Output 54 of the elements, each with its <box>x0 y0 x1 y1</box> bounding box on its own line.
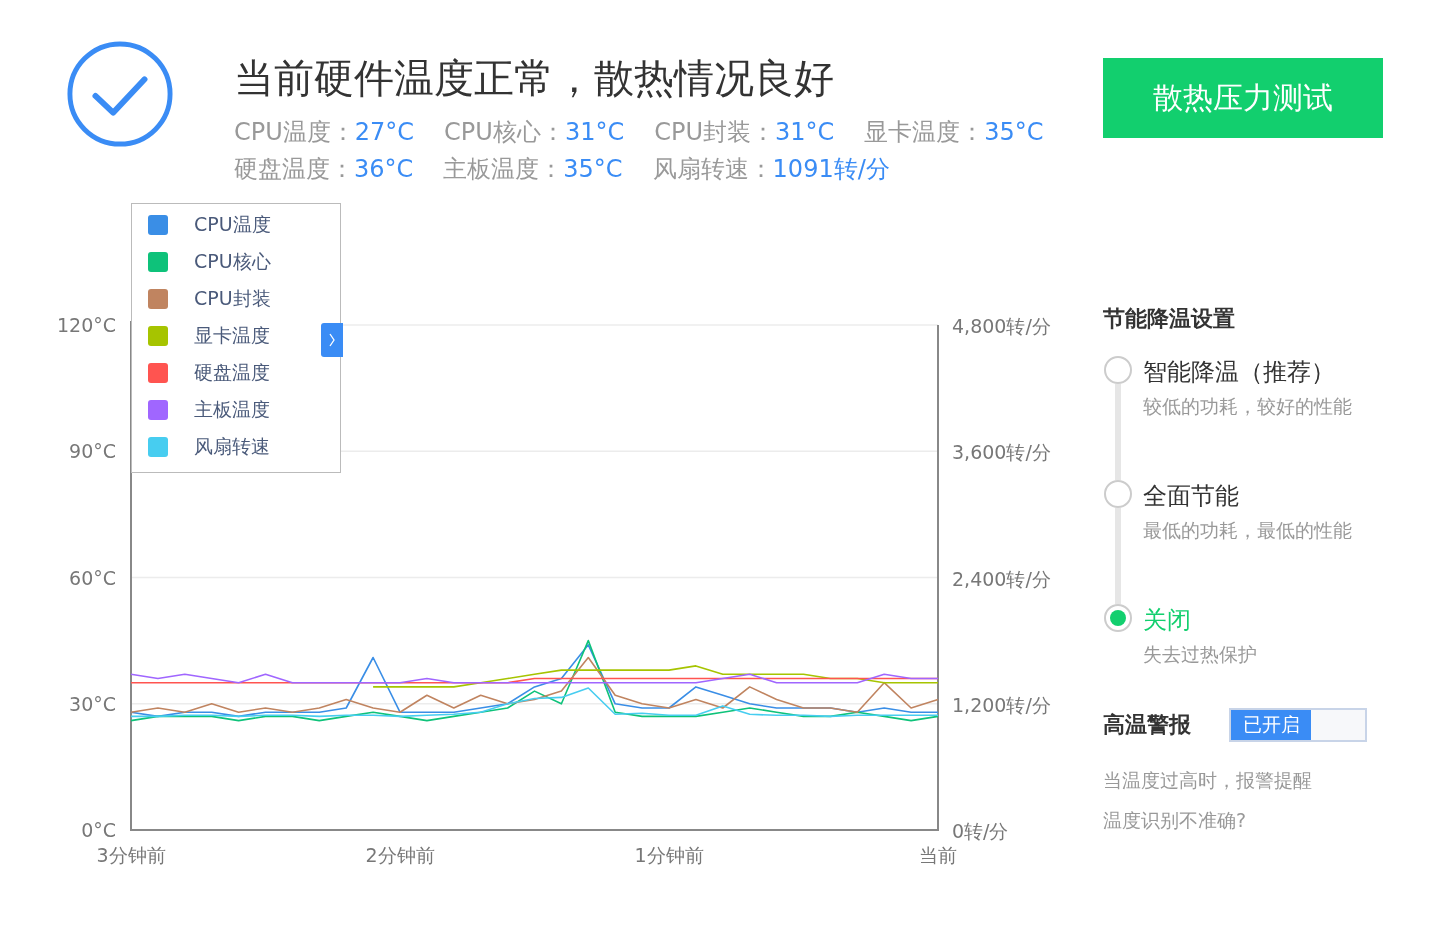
legend-label: 风扇转速 <box>194 434 270 459</box>
reading-value: 27°C <box>354 118 415 146</box>
radio-button[interactable] <box>1104 356 1132 384</box>
y-axis-label: 0转/分 <box>952 820 1009 842</box>
y-axis-label: 4,800转/分 <box>952 315 1051 337</box>
reading-value: 31°C <box>564 118 625 146</box>
stress-test-button[interactable]: 散热压力测试 <box>1103 58 1383 138</box>
y-axis-label: 3,600转/分 <box>952 441 1051 464</box>
reading-label: CPU温度： <box>234 118 355 146</box>
option-description: 最低的功耗，最低的性能 <box>1143 518 1352 543</box>
reading-label: 硬盘温度： <box>234 155 354 183</box>
reading-label: CPU核心： <box>444 118 565 146</box>
legend-label: CPU封装 <box>194 286 271 311</box>
y-axis-label: 30°C <box>69 692 116 715</box>
y-axis-label: 120°C <box>56 314 116 336</box>
legend-label: CPU核心 <box>194 249 271 274</box>
chevron-icon <box>328 332 336 348</box>
alarm-description: 当温度过高时，报警提醒 <box>1103 768 1313 793</box>
option-label[interactable]: 智能降温（推荐） <box>1143 356 1352 388</box>
reading-value: 1091转/分 <box>772 155 890 183</box>
legend-label: 硬盘温度 <box>194 360 270 385</box>
x-axis-label: 当前 <box>919 844 957 866</box>
y-axis-label: 0°C <box>81 819 116 841</box>
reading-value: 31°C <box>775 118 835 146</box>
reading-value: 35°C <box>984 118 1044 146</box>
option-label[interactable]: 全面节能 <box>1143 480 1352 512</box>
option-label[interactable]: 关闭 <box>1143 604 1257 636</box>
y-axis-label: 60°C <box>69 566 116 589</box>
legend-toggle-button[interactable] <box>321 323 343 357</box>
x-axis-label: 1分钟前 <box>634 844 704 866</box>
legend-label: CPU温度 <box>194 212 271 237</box>
reading-value: 35°C <box>563 155 623 183</box>
section-title: 节能降温设置 <box>1103 305 1236 333</box>
status-title: 当前硬件温度正常，散热情况良好 <box>234 54 835 103</box>
radio-button[interactable] <box>1104 604 1132 632</box>
reading-label: 显卡温度： <box>864 118 985 146</box>
check-circle-icon <box>66 40 174 148</box>
option-description: 较低的功耗，较好的性能 <box>1143 394 1352 419</box>
option-description: 失去过热保护 <box>1143 642 1257 667</box>
reading-label: 风扇转速： <box>652 155 773 183</box>
reading-value: 36°C <box>354 155 414 183</box>
x-axis-label: 2分钟前 <box>365 844 435 866</box>
radio-button[interactable] <box>1104 480 1132 508</box>
x-axis-label: 3分钟前 <box>96 844 166 866</box>
help-link[interactable]: 温度识别不准确? <box>1103 808 1247 834</box>
legend-label: 显卡温度 <box>194 323 270 348</box>
legend-label: 主板温度 <box>194 397 270 422</box>
alarm-toggle[interactable]: 已开启 <box>1229 708 1367 742</box>
y-axis-label: 90°C <box>69 440 116 463</box>
y-axis-label: 1,200转/分 <box>952 693 1051 716</box>
reading-label: 主板温度： <box>443 155 564 183</box>
reading-label: CPU封装： <box>654 118 775 146</box>
section-title: 高温警报 <box>1103 711 1191 739</box>
y-axis-label: 2,400转/分 <box>952 567 1051 590</box>
